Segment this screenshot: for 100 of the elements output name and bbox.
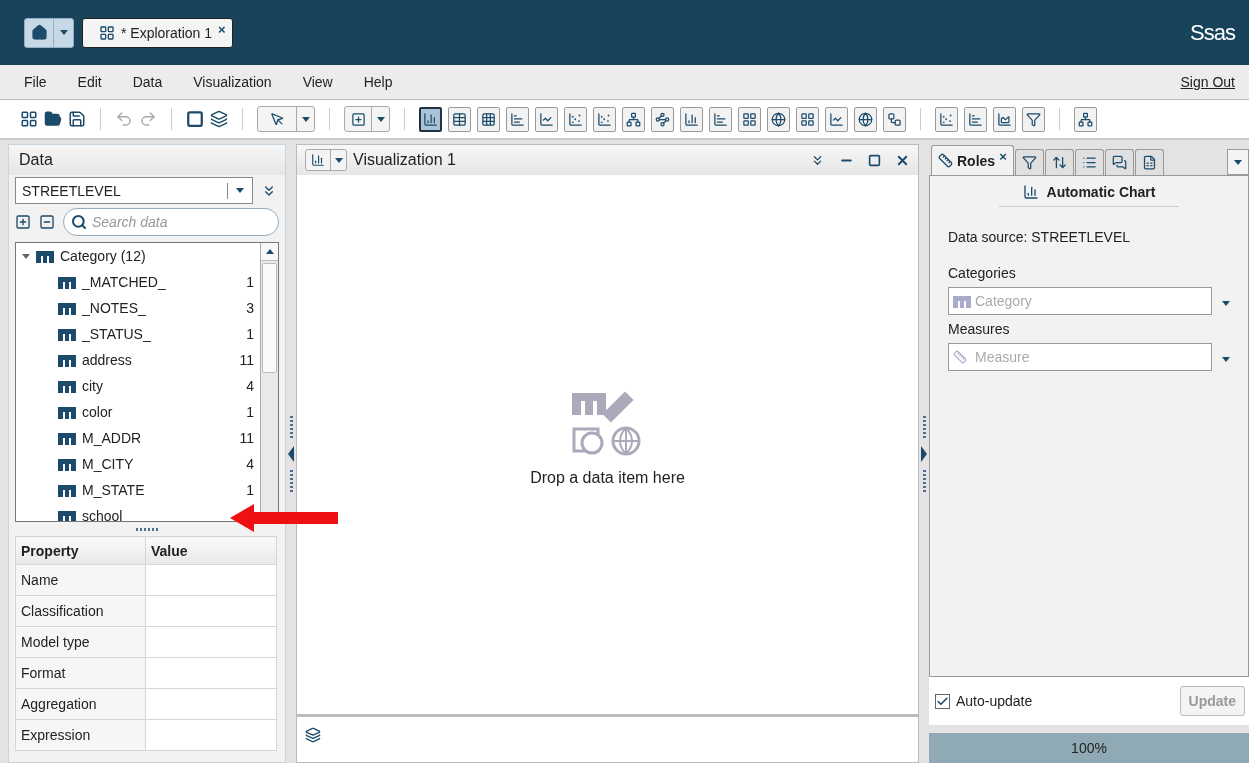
tree-item[interactable]: school [82, 508, 123, 521]
tree-item[interactable]: M_CITY [82, 456, 134, 472]
globe-button[interactable] [854, 106, 877, 132]
filter-icon [1021, 155, 1037, 170]
tree-item[interactable]: M_STATE [82, 482, 145, 498]
auto-update-checkbox[interactable] [935, 693, 950, 709]
table-cell: Model type [15, 626, 146, 658]
folder-icon[interactable] [44, 110, 62, 128]
filter-tab[interactable] [1014, 149, 1044, 175]
layers-icon[interactable] [305, 727, 321, 743]
item-count: 11 [239, 430, 254, 446]
search-field[interactable]: Search data [63, 208, 279, 236]
grid-button[interactable] [796, 106, 819, 132]
resize-grip[interactable] [136, 527, 158, 531]
category-icon [58, 327, 76, 341]
tree-item[interactable]: _NOTES_ [82, 300, 146, 316]
table-button[interactable] [448, 106, 471, 132]
close-tab-button[interactable]: × [218, 21, 226, 37]
tree-item[interactable]: address [82, 352, 132, 368]
spreadsheet-tab[interactable] [1134, 149, 1164, 175]
area-chart-button[interactable] [993, 106, 1016, 132]
tree-item[interactable]: _MATCHED_ [82, 274, 166, 290]
scatter-plot-icon [939, 111, 954, 127]
categories-field[interactable]: Category [948, 287, 1212, 315]
sign-out-link[interactable]: Sign Out [1180, 74, 1235, 90]
globe-button[interactable] [767, 106, 790, 132]
category-icon [58, 301, 76, 315]
menu-item[interactable]: View [302, 74, 333, 90]
add-dropdown-button[interactable] [344, 106, 390, 132]
scrollbar-thumb[interactable] [262, 263, 277, 373]
histogram-button[interactable] [680, 106, 703, 132]
area-chart-icon [997, 111, 1012, 127]
histogram-icon [684, 111, 699, 127]
scatter-plot-button[interactable] [593, 106, 616, 132]
expand-all-icon[interactable] [15, 214, 31, 230]
home-button[interactable] [24, 17, 74, 48]
drop-hint: Drop a data item here [530, 468, 685, 487]
comments-icon [1111, 155, 1127, 170]
network-icon [655, 111, 670, 127]
scroll-up-button[interactable] [261, 243, 278, 261]
menu-item[interactable]: Help [363, 74, 393, 90]
category-icon [953, 294, 971, 308]
category-icon [58, 457, 76, 471]
tab-menu-button[interactable] [1227, 149, 1249, 175]
save-icon[interactable] [68, 110, 86, 128]
network-button[interactable] [1074, 106, 1097, 132]
item-count: 1 [246, 404, 254, 420]
category-icon [58, 379, 76, 393]
comments-tab[interactable] [1104, 149, 1134, 175]
list-icon [1081, 155, 1097, 170]
ruler-icon [938, 153, 953, 168]
list-tab[interactable] [1074, 149, 1104, 175]
logo: Ssas [1190, 19, 1235, 46]
document-tab[interactable]: * Exploration 1 × [82, 17, 233, 48]
item-count: 11 [239, 352, 254, 368]
tree-item[interactable]: _STATUS_ [82, 326, 151, 342]
scatter-plot-button[interactable] [935, 106, 958, 132]
home-icon [30, 24, 48, 41]
line-chart-button[interactable] [535, 106, 558, 132]
square-icon[interactable] [186, 110, 204, 128]
column-header: Value [145, 536, 277, 565]
tree-item[interactable]: city [82, 378, 103, 394]
category-icon [36, 249, 54, 263]
line-chart-icon [539, 111, 554, 127]
new-exploration-icon[interactable] [20, 110, 38, 128]
bar-chart-button[interactable] [419, 106, 442, 132]
network-button[interactable] [651, 106, 674, 132]
category-icon [58, 405, 76, 419]
data-source-select[interactable]: STREETLEVEL [15, 177, 253, 204]
funnel-icon [1026, 111, 1041, 127]
tree-item[interactable]: M_ADDR [82, 430, 142, 446]
funnel-button[interactable] [1022, 106, 1045, 132]
globe-icon [858, 111, 873, 127]
select-dropdown-button[interactable] [257, 106, 315, 132]
tree-item[interactable]: Category (12) [60, 248, 146, 264]
menu-item[interactable]: Visualization [193, 74, 272, 90]
panel-title: Data [9, 145, 285, 175]
menu-item[interactable]: File [24, 74, 47, 90]
sort-tab[interactable] [1044, 149, 1074, 175]
bar-chart-icon [1022, 184, 1039, 200]
menu-item[interactable]: Data [132, 74, 163, 90]
measures-field[interactable]: Measure [948, 343, 1212, 371]
column-header: Property [15, 536, 146, 565]
item-count: 1 [246, 274, 254, 290]
layers-icon[interactable] [210, 110, 228, 128]
scatter-plot-button[interactable] [564, 106, 587, 132]
grid-button[interactable] [477, 106, 500, 132]
maximize-icon[interactable] [868, 153, 881, 167]
table-cell: Classification [15, 595, 146, 627]
scatter-plot-icon [568, 111, 583, 127]
category-icon [58, 275, 76, 289]
network-button[interactable] [622, 106, 645, 132]
line-chart-button[interactable] [825, 106, 848, 132]
chart-type-button[interactable] [305, 149, 347, 171]
expand-toggle[interactable] [22, 253, 30, 259]
roles-tab[interactable]: Roles × [931, 145, 1014, 175]
collapse-all-icon[interactable] [39, 214, 55, 230]
tree-item[interactable]: color [82, 404, 113, 420]
menu-item[interactable]: Edit [77, 74, 102, 90]
grid-icon [800, 111, 815, 127]
